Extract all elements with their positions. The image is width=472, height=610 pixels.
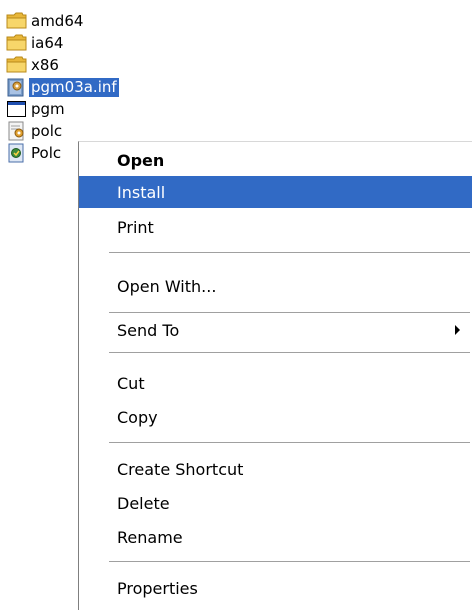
file-item-x86[interactable]: x86 <box>6 54 61 76</box>
file-label: ia64 <box>31 33 64 52</box>
menu-separator <box>109 561 470 562</box>
menu-separator <box>109 352 470 353</box>
setup-information-icon <box>6 120 28 142</box>
context-menu: Open Install Print Open With... Send To … <box>78 141 472 610</box>
folder-icon <box>6 10 28 32</box>
menu-item-open-with[interactable]: Open With... <box>79 270 472 302</box>
file-item-polc-catalog[interactable]: Polc <box>6 142 63 164</box>
folder-icon <box>6 54 28 76</box>
menu-item-install[interactable]: Install <box>79 176 472 208</box>
file-item-ia64[interactable]: ia64 <box>6 32 65 54</box>
menu-item-send-to[interactable]: Send To <box>79 314 472 346</box>
menu-separator <box>109 312 470 313</box>
menu-separator <box>109 252 470 253</box>
menu-item-label: Send To <box>117 320 180 340</box>
file-label: pgm03a.inf <box>29 77 119 97</box>
menu-item-copy[interactable]: Copy <box>79 401 472 433</box>
file-label: Polc <box>31 143 62 162</box>
file-explorer-window: amd64 ia64 x86 pgm03a.inf pgm polc Polc … <box>0 0 472 610</box>
menu-item-cut[interactable]: Cut <box>79 367 472 399</box>
security-catalog-icon <box>6 142 28 164</box>
setup-information-icon <box>6 76 28 98</box>
file-label: pgm <box>31 99 65 118</box>
file-label: polc <box>31 121 63 140</box>
file-item-amd64[interactable]: amd64 <box>6 10 85 32</box>
menu-item-delete[interactable]: Delete <box>79 487 472 519</box>
window-icon <box>6 98 28 120</box>
file-item-pgm[interactable]: pgm <box>6 98 67 120</box>
menu-item-rename[interactable]: Rename <box>79 521 472 553</box>
menu-item-print[interactable]: Print <box>79 211 472 243</box>
menu-item-open[interactable]: Open <box>79 144 472 176</box>
submenu-arrow-icon <box>455 325 460 335</box>
file-label: amd64 <box>31 11 84 30</box>
folder-icon <box>6 32 28 54</box>
file-item-polc[interactable]: polc <box>6 120 64 142</box>
menu-separator <box>109 442 470 443</box>
file-item-pgm03a-inf[interactable]: pgm03a.inf <box>6 76 119 98</box>
file-label: x86 <box>31 55 59 74</box>
menu-item-create-shortcut[interactable]: Create Shortcut <box>79 453 472 485</box>
menu-item-properties[interactable]: Properties <box>79 572 472 604</box>
